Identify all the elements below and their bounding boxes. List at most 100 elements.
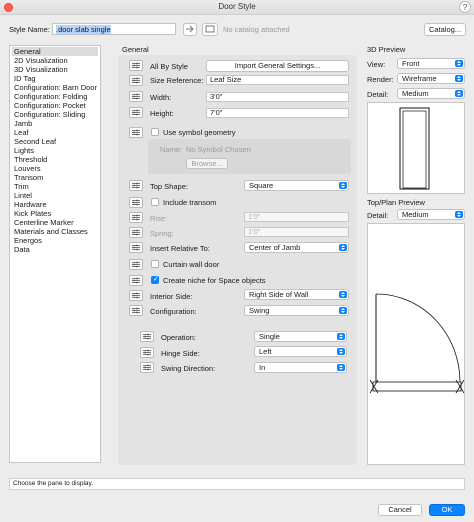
window-title: Door Style (218, 2, 256, 11)
configuration-select[interactable]: Swing (244, 305, 349, 316)
link-arrow-button[interactable] (183, 23, 197, 36)
by-style-icon (132, 229, 140, 236)
detail-2d-select[interactable]: Medium (397, 209, 465, 220)
pane-item-data[interactable]: Data (12, 245, 98, 254)
select-arrows-icon (455, 90, 463, 97)
select-arrows-icon (337, 348, 345, 355)
pane-item-centerline-marker[interactable]: Centerline Marker (12, 218, 98, 227)
insert-relative-select[interactable]: Center of Jamb (244, 242, 349, 253)
detail-3d-select[interactable]: Medium (397, 88, 465, 99)
width-label: Width: (150, 93, 172, 102)
use-symbol-geometry-checkbox[interactable] (151, 128, 159, 136)
view-select[interactable]: Front (397, 58, 465, 69)
swing-direction-style-toggle[interactable] (140, 362, 154, 373)
spring-label: Spring: (150, 229, 174, 238)
by-style-icon (132, 182, 140, 189)
by-style-icon (132, 77, 140, 84)
symbol-name-value: No Symbol Chosen (186, 145, 251, 154)
pane-item-transom[interactable]: Transom (12, 173, 98, 182)
pane-item-kick-plates[interactable]: Kick Plates (12, 209, 98, 218)
pane-list[interactable]: General 2D Visualization 3D Visualizatio… (9, 45, 101, 463)
swing-direction-label: Swing Direction: (161, 364, 216, 373)
height-input[interactable]: 7'0" (206, 108, 349, 118)
include-transom-checkbox[interactable] (151, 198, 159, 206)
configuration-style-toggle[interactable] (129, 305, 143, 316)
select-arrows-icon (339, 182, 347, 189)
pane-item-energos[interactable]: Energos (12, 236, 98, 245)
render-select[interactable]: Wireframe (397, 73, 465, 84)
pane-item-2d-visualization[interactable]: 2D Visualization (12, 56, 98, 65)
pane-item-second-leaf[interactable]: Second Leaf (12, 137, 98, 146)
detail-2d-value: Medium (402, 210, 429, 219)
hinge-side-select[interactable]: Left (254, 346, 347, 357)
browse-button[interactable]: Browse... (186, 158, 228, 169)
pane-item-general[interactable]: General (12, 47, 98, 56)
detail-2d-label: Detail: (367, 211, 389, 220)
interior-side-style-toggle[interactable] (129, 290, 143, 301)
door-elevation-drawing (399, 107, 430, 190)
pane-item-threshold[interactable]: Threshold (12, 155, 98, 164)
symbol-geometry-style-toggle[interactable] (129, 127, 143, 138)
transom-style-toggle[interactable] (129, 197, 143, 208)
create-niche-checkbox[interactable] (151, 275, 159, 284)
rise-style-toggle[interactable] (129, 212, 143, 223)
preview-3d-canvas (367, 102, 465, 194)
select-arrows-icon (455, 75, 463, 82)
insert-relative-style-toggle[interactable] (129, 242, 143, 253)
select-arrows-icon (339, 244, 347, 251)
pane-item-jamb[interactable]: Jamb (12, 119, 98, 128)
pane-item-louvers[interactable]: Louvers (12, 164, 98, 173)
ok-button[interactable]: OK (429, 504, 465, 516)
width-input[interactable]: 3'0" (206, 92, 349, 102)
width-style-toggle[interactable] (129, 91, 143, 102)
symbol-name-label: Name: (160, 145, 183, 154)
by-style-icon (143, 364, 151, 371)
by-style-toggle[interactable] (129, 60, 143, 71)
rise-input[interactable]: 1'0" (244, 212, 349, 222)
pane-item-hardware[interactable]: Hardware (12, 200, 98, 209)
pane-item-id-tag[interactable]: ID Tag (12, 74, 98, 83)
operation-value: Single (259, 332, 280, 341)
pane-item-leaf[interactable]: Leaf (12, 128, 98, 137)
render-label: Render: (367, 75, 394, 84)
pane-item-config-barn-door[interactable]: Configuration: Barn Door (12, 83, 98, 92)
select-arrows-icon (455, 211, 463, 218)
curtain-wall-style-toggle[interactable] (129, 259, 143, 270)
swing-direction-select[interactable]: In (254, 362, 347, 373)
curtain-wall-door-checkbox[interactable] (151, 260, 159, 268)
height-style-toggle[interactable] (129, 107, 143, 118)
create-niche-style-toggle[interactable] (129, 275, 143, 286)
hinge-side-style-toggle[interactable] (140, 347, 154, 358)
pane-item-3d-visualization[interactable]: 3D Visualization (12, 65, 98, 74)
spring-style-toggle[interactable] (129, 227, 143, 238)
operation-select[interactable]: Single (254, 331, 347, 342)
size-reference-style-toggle[interactable] (129, 75, 143, 86)
pane-item-lights[interactable]: Lights (12, 146, 98, 155)
pane-item-config-pocket[interactable]: Configuration: Pocket (12, 101, 98, 110)
style-name-input[interactable]: .door slab single (52, 23, 176, 35)
top-shape-style-toggle[interactable] (129, 180, 143, 191)
by-style-icon (132, 93, 140, 100)
configuration-label: Configuration: (150, 307, 197, 316)
by-style-icon (132, 109, 140, 116)
pane-item-materials-classes[interactable]: Materials and Classes (12, 227, 98, 236)
interior-side-select[interactable]: Right Side of Wall (244, 289, 349, 300)
pane-item-lintel[interactable]: Lintel (12, 191, 98, 200)
operation-style-toggle[interactable] (140, 331, 154, 342)
size-reference-select[interactable]: Leaf Size (206, 75, 349, 85)
by-style-icon (143, 333, 151, 340)
spring-input[interactable]: 1'0" (244, 227, 349, 237)
pane-item-config-folding[interactable]: Configuration: Folding (12, 92, 98, 101)
catalog-view-button[interactable] (202, 23, 218, 36)
top-shape-select[interactable]: Square (244, 180, 349, 191)
top-shape-label: Top Shape: (150, 182, 188, 191)
catalog-button[interactable]: Catalog... (424, 23, 466, 36)
swing-direction-value: In (259, 363, 266, 372)
height-label: Height: (150, 109, 174, 118)
pane-item-trim[interactable]: Trim (12, 182, 98, 191)
import-general-settings-button[interactable]: Import General Settings... (206, 60, 349, 72)
help-icon[interactable]: ? (459, 1, 471, 13)
pane-item-config-sliding[interactable]: Configuration: Sliding (12, 110, 98, 119)
by-style-icon (132, 199, 140, 206)
cancel-button[interactable]: Cancel (378, 504, 422, 516)
